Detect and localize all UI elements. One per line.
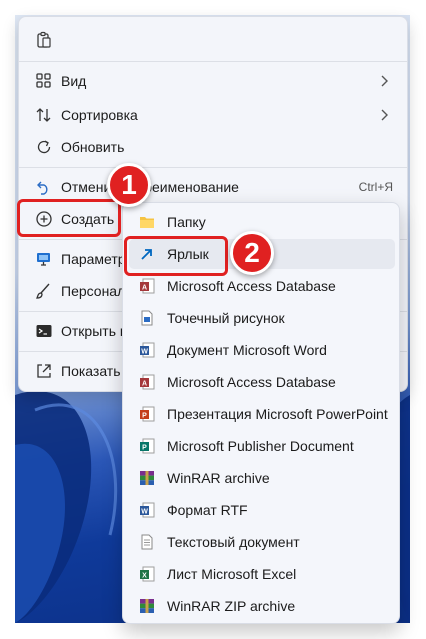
chevron-right-icon xyxy=(381,109,388,121)
undo-icon xyxy=(37,181,48,195)
menu-separator xyxy=(19,167,407,168)
submenu-item-label: WinRAR ZIP archive xyxy=(167,598,296,614)
step-badge-2: 2 xyxy=(230,231,274,275)
submenu-item-winrar-archive[interactable]: WinRAR archive xyxy=(129,463,395,493)
submenu-item-winrar-zip[interactable]: WinRAR ZIP archive xyxy=(129,591,395,621)
submenu-item-powerpoint[interactable]: P Презентация Microsoft PowerPoint xyxy=(129,399,395,429)
submenu-item-label: Презентация Microsoft PowerPoint xyxy=(167,406,388,422)
access-icon: A xyxy=(140,374,155,390)
menu-item-label: Вид xyxy=(61,73,87,89)
submenu-item-label: Microsoft Publisher Document xyxy=(167,438,354,454)
svg-text:X: X xyxy=(142,573,147,580)
powerpoint-icon: P xyxy=(140,406,155,422)
winrar-zip-icon xyxy=(140,599,154,613)
publisher-icon: P xyxy=(140,438,155,454)
display-settings-icon xyxy=(37,253,50,266)
submenu-item-label: Точечный рисунок xyxy=(167,310,285,326)
submenu-item-bitmap[interactable]: Точечный рисунок xyxy=(129,303,395,333)
svg-text:P: P xyxy=(142,445,147,452)
submenu-item-text-document[interactable]: Текстовый документ xyxy=(129,527,395,557)
folder-icon xyxy=(140,217,154,228)
excel-icon: X xyxy=(140,566,155,582)
menu-item-sort[interactable]: Сортировка xyxy=(27,99,401,131)
rtf-icon: W xyxy=(140,502,155,518)
svg-text:P: P xyxy=(142,413,147,420)
submenu-item-access-database-2[interactable]: A Microsoft Access Database xyxy=(129,367,395,397)
access-icon: A xyxy=(140,278,155,294)
step-badge-1: 1 xyxy=(107,163,151,207)
paste-icon[interactable] xyxy=(35,31,53,49)
svg-text:A: A xyxy=(142,285,147,292)
refresh-icon xyxy=(37,140,51,154)
menu-item-refresh[interactable]: Обновить xyxy=(27,131,401,163)
submenu-item-rtf[interactable]: W Формат RTF xyxy=(129,495,395,525)
highlight-create-item xyxy=(17,199,121,237)
terminal-icon xyxy=(36,325,52,337)
submenu-item-label: Формат RTF xyxy=(167,502,248,518)
menu-item-view[interactable]: Вид xyxy=(27,65,401,97)
sort-icon xyxy=(36,108,51,122)
menu-item-label: Сортировка xyxy=(61,107,138,123)
word-icon: W xyxy=(140,342,155,358)
submenu-item-label: Текстовый документ xyxy=(167,534,300,550)
submenu-item-label: Папку xyxy=(167,214,206,230)
submenu-item-label: Лист Microsoft Excel xyxy=(167,566,297,582)
submenu-item-label: Microsoft Access Database xyxy=(167,278,336,294)
submenu-item-label: WinRAR archive xyxy=(167,470,270,486)
svg-text:W: W xyxy=(141,509,148,516)
menu-item-label: Обновить xyxy=(61,139,125,155)
submenu-item-publisher[interactable]: P Microsoft Publisher Document xyxy=(129,431,395,461)
screenshot-frame: Вид Сортировка Обновить Отменить переиме… xyxy=(0,0,426,639)
svg-text:W: W xyxy=(141,349,148,356)
bitmap-icon xyxy=(141,310,153,326)
svg-text:A: A xyxy=(142,381,147,388)
brush-icon xyxy=(35,283,50,299)
highlight-shortcut-item xyxy=(124,236,228,276)
winrar-icon xyxy=(140,471,154,485)
shortcut-label: Ctrl+Я xyxy=(358,180,393,194)
open-external-icon xyxy=(37,364,51,378)
grid-icon xyxy=(36,73,51,88)
submenu-item-word-document[interactable]: W Документ Microsoft Word xyxy=(129,335,395,365)
text-document-icon xyxy=(141,534,153,550)
submenu-item-label: Документ Microsoft Word xyxy=(167,342,327,358)
submenu-item-label: Microsoft Access Database xyxy=(167,374,336,390)
menu-separator xyxy=(19,61,407,62)
chevron-right-icon xyxy=(381,75,388,87)
submenu-item-excel[interactable]: X Лист Microsoft Excel xyxy=(129,559,395,589)
